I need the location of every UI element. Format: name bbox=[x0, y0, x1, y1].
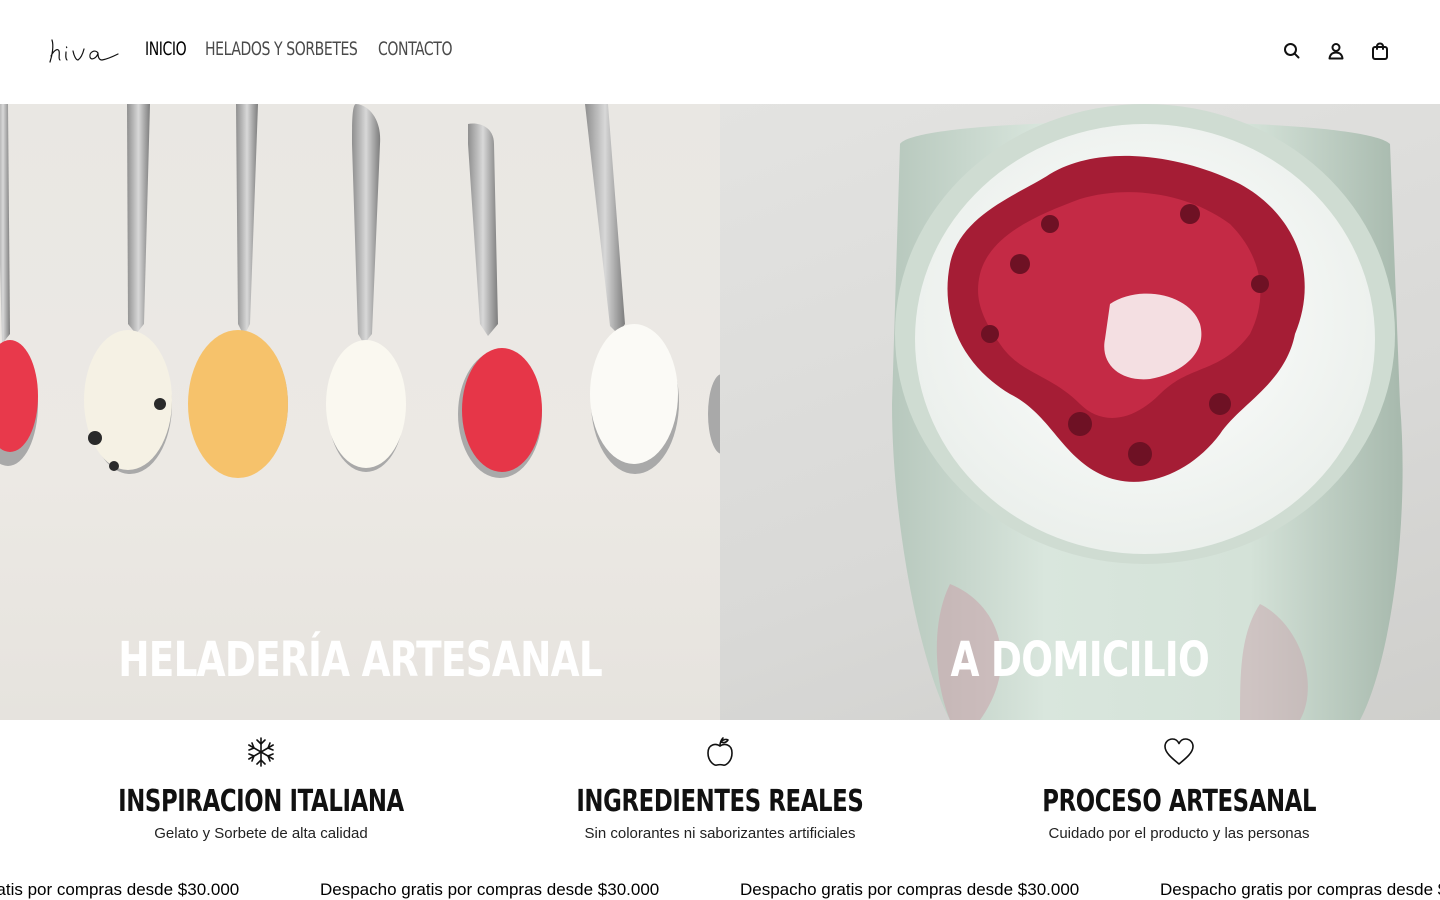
hero-title-left-text: HELADERÍA ARTESANAL bbox=[118, 632, 602, 688]
cart-button[interactable] bbox=[1370, 40, 1390, 62]
heart-icon bbox=[1164, 738, 1194, 765]
feature-artisan-title: PROCESO ARTESANAL bbox=[1042, 784, 1316, 819]
features-row: INSPIRACION ITALIANA Gelato y Sorbete de… bbox=[0, 720, 1440, 860]
hero-title-right-text: A DOMICILIO bbox=[950, 632, 1210, 688]
announcement-text: Despacho gratis por compras desde $30.00… bbox=[320, 880, 660, 899]
feature-italian-subtitle: Gelato y Sorbete de alta calidad bbox=[154, 825, 368, 842]
apple-icon bbox=[707, 737, 733, 766]
marquee-track: Despacho gratis por compras desde $30.00… bbox=[0, 880, 1440, 900]
nav-contacto[interactable]: CONTACTO bbox=[378, 38, 452, 60]
hero-panel-domicilio[interactable]: A DOMICILIO bbox=[720, 104, 1440, 720]
search-icon bbox=[1284, 43, 1300, 59]
announcement-marquee: Despacho gratis por compras desde $30.00… bbox=[0, 878, 1440, 900]
site-header: INICIO HELADOS Y SORBETES CONTACTO bbox=[0, 0, 1440, 104]
cart-icon bbox=[1372, 42, 1388, 60]
hiva-logo-icon bbox=[49, 39, 119, 63]
announcement-text: Despacho gratis por compras desde $30.00… bbox=[740, 880, 1080, 899]
feature-ingredients-subtitle: Sin colorantes ni saborizantes artificia… bbox=[584, 825, 856, 842]
hero-title-right: A DOMICILIO bbox=[720, 632, 1440, 688]
feature-ingredients: INGREDIENTES REALES Sin colorantes ni sa… bbox=[480, 734, 960, 842]
main-nav: INICIO HELADOS Y SORBETES CONTACTO bbox=[145, 38, 458, 60]
hero-title-left: HELADERÍA ARTESANAL bbox=[0, 632, 720, 688]
spoons-image bbox=[0, 104, 720, 478]
hero-panel-heladeria[interactable]: HELADERÍA ARTESANAL bbox=[0, 104, 720, 720]
feature-italian-title: INSPIRACION ITALIANA bbox=[118, 784, 404, 819]
search-button[interactable] bbox=[1282, 40, 1302, 62]
nav-helados-y-sorbetes[interactable]: HELADOS Y SORBETES bbox=[205, 38, 358, 60]
logo[interactable] bbox=[48, 34, 120, 68]
header-actions bbox=[1282, 40, 1390, 62]
hero-banner: HELADERÍA ARTESANAL A DOMICILIO bbox=[0, 104, 1440, 720]
feature-artisan-subtitle: Cuidado por el producto y las personas bbox=[1048, 825, 1310, 842]
feature-ingredients-title: INGREDIENTES REALES bbox=[576, 784, 864, 819]
account-icon bbox=[1328, 43, 1344, 60]
announcement-text: Despacho gratis por compras desde $30.00… bbox=[0, 880, 240, 899]
nav-inicio[interactable]: INICIO bbox=[145, 38, 187, 60]
feature-italian: INSPIRACION ITALIANA Gelato y Sorbete de… bbox=[21, 734, 501, 842]
jar-image bbox=[892, 104, 1403, 720]
snowflake-icon bbox=[248, 737, 274, 767]
announcement-text: Despacho gratis por compras desde $30.00… bbox=[1160, 880, 1440, 899]
feature-artisan: PROCESO ARTESANAL Cuidado por el product… bbox=[939, 734, 1419, 842]
account-button[interactable] bbox=[1326, 40, 1346, 62]
